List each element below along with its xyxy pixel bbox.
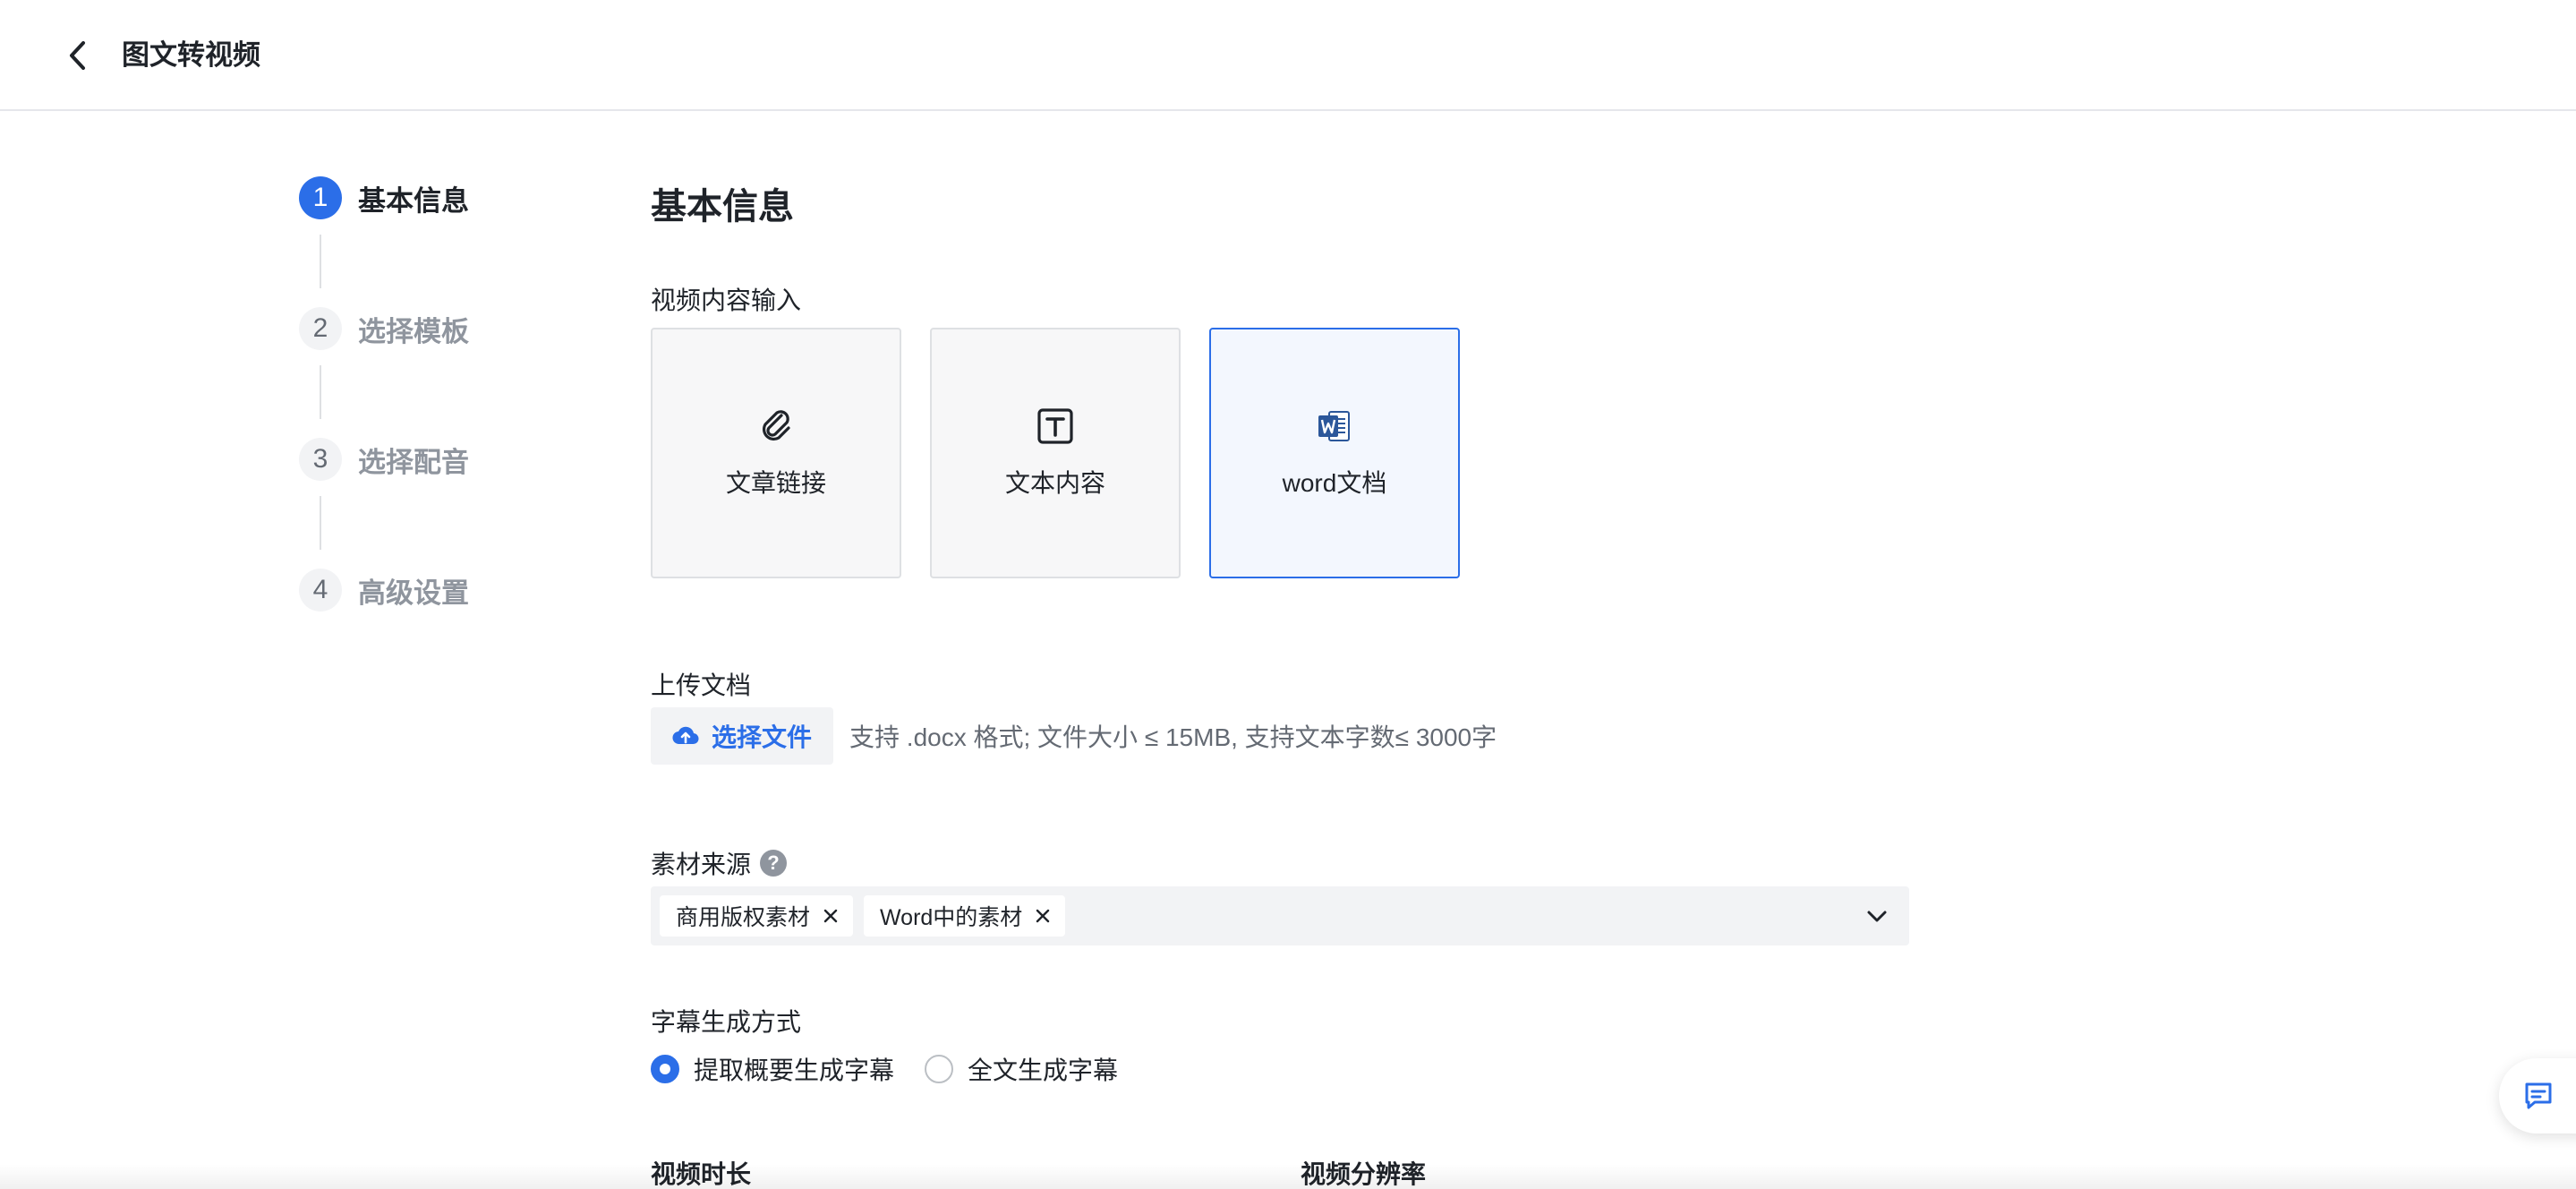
option-article-link[interactable]: 文章链接 xyxy=(651,328,901,578)
main-form: 基本信息 视频内容输入 文章链接 文本内容 word文档 上传文档 选择文件 支… xyxy=(651,0,1922,1189)
radio-checked[interactable] xyxy=(651,1055,679,1083)
subtitle-mode-label: 字幕生成方式 xyxy=(651,1008,802,1036)
video-duration-label: 视频时长 xyxy=(651,1160,752,1188)
step-label: 选择配音 xyxy=(358,446,469,478)
close-icon[interactable] xyxy=(821,906,840,926)
radio-label: 提取概要生成字幕 xyxy=(694,1056,895,1084)
step-label: 选择模板 xyxy=(358,315,469,347)
step-number: 3 xyxy=(299,438,342,481)
section-title: 基本信息 xyxy=(651,187,794,227)
page-title: 图文转视频 xyxy=(122,39,260,71)
text-box-icon xyxy=(1036,406,1075,446)
back-button[interactable] xyxy=(59,36,95,75)
option-label: word文档 xyxy=(1282,469,1387,497)
option-text-content[interactable]: 文本内容 xyxy=(930,328,1181,578)
radio-fulltext-subtitle[interactable]: 全文生成字幕 xyxy=(925,1051,1118,1087)
step-label: 基本信息 xyxy=(358,184,469,217)
chevron-left-icon xyxy=(70,41,85,70)
material-source-label: 素材来源 ? xyxy=(651,845,788,881)
upload-row: 选择文件 支持 .docx 格式; 文件大小 ≤ 15MB, 支持文本字数≤ 3… xyxy=(651,707,1497,765)
upload-hint: 支持 .docx 格式; 文件大小 ≤ 15MB, 支持文本字数≤ 3000字 xyxy=(849,723,1497,751)
radio-label: 全文生成字幕 xyxy=(968,1056,1119,1084)
video-resolution-label: 视频分辨率 xyxy=(1301,1160,1427,1188)
radio-unchecked[interactable] xyxy=(925,1055,954,1083)
option-label: 文章链接 xyxy=(725,469,826,497)
tag-label: Word中的素材 xyxy=(880,905,1023,930)
step-connector xyxy=(320,235,321,288)
feedback-chat-icon xyxy=(2525,1082,2552,1109)
subtitle-mode-radio-group: 提取概要生成字幕 全文生成字幕 xyxy=(651,1051,1148,1087)
step-select-template[interactable]: 2 选择模板 xyxy=(299,306,469,351)
select-file-label: 选择文件 xyxy=(712,723,813,751)
help-icon[interactable]: ? xyxy=(760,850,788,877)
material-tag: 商用版权素材 xyxy=(660,895,854,937)
step-number: 4 xyxy=(299,569,342,612)
option-label: 文本内容 xyxy=(1004,469,1105,497)
cloud-upload-icon xyxy=(672,726,699,745)
material-source-select[interactable]: 商用版权素材 Word中的素材 xyxy=(651,886,1909,945)
step-advanced-settings[interactable]: 4 高级设置 xyxy=(299,568,469,612)
radio-summary-subtitle[interactable]: 提取概要生成字幕 xyxy=(651,1051,894,1087)
word-doc-icon xyxy=(1315,406,1354,446)
page: 图文转视频 1 基本信息 2 选择模板 3 选择配音 4 高级设置 基本信息 视… xyxy=(0,0,2576,1189)
material-source-text: 素材来源 xyxy=(651,851,752,878)
tag-label: 商用版权素材 xyxy=(676,905,811,930)
step-select-voice[interactable]: 3 选择配音 xyxy=(299,437,469,482)
select-file-button[interactable]: 选择文件 xyxy=(651,707,834,765)
step-number: 1 xyxy=(299,176,342,219)
chevron-down-icon xyxy=(1867,911,1887,922)
step-basic-info[interactable]: 1 基本信息 xyxy=(299,175,469,220)
material-tag: Word中的素材 xyxy=(864,895,1066,937)
feedback-button[interactable] xyxy=(2499,1058,2576,1133)
step-connector xyxy=(320,365,321,419)
step-connector xyxy=(320,496,321,550)
step-number: 2 xyxy=(299,307,342,350)
option-word-document[interactable]: word文档 xyxy=(1209,328,1460,578)
content-input-options: 文章链接 文本内容 word文档 xyxy=(651,328,1488,578)
upload-label: 上传文档 xyxy=(651,671,752,699)
close-icon[interactable] xyxy=(1033,906,1053,926)
step-label: 高级设置 xyxy=(358,577,469,609)
content-input-label: 视频内容输入 xyxy=(651,287,802,314)
paperclip-icon xyxy=(756,406,796,446)
